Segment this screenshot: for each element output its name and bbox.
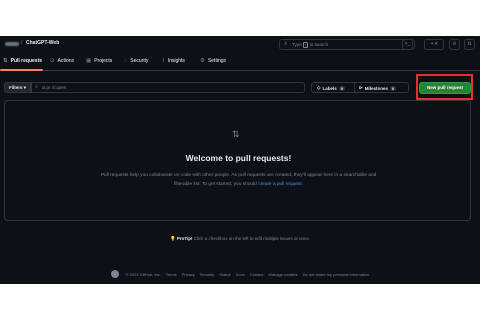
pull-requests-button[interactable]: ⇅ — [464, 39, 475, 50]
github-logo-icon[interactable] — [110, 270, 119, 278]
site-footer: © 2024 GitHub, Inc. Terms Privacy Securi… — [0, 269, 480, 279]
tab-label: Settings — [207, 58, 227, 64]
labels-milestones-group: ◇ Labels 9 ⊳ Milestones 0 — [311, 82, 409, 93]
labels-button[interactable]: ◇ Labels 9 — [317, 85, 345, 91]
labels-count: 9 — [338, 85, 345, 91]
issues-button[interactable]: ⊙ — [449, 39, 460, 50]
footer-link-manage-cookies[interactable]: Manage cookies — [269, 272, 298, 277]
search-placeholder-pre: Type — [292, 42, 302, 47]
create-new-button[interactable]: + ▾ — [424, 39, 444, 50]
footer-link-docs[interactable]: Docs — [236, 272, 245, 277]
new-pull-request-button[interactable]: New pull request — [419, 82, 471, 94]
git-pull-request-icon: ⇅ — [3, 58, 8, 64]
labels-label: Labels — [322, 85, 337, 91]
footer-link-terms[interactable]: Terms — [166, 272, 177, 277]
blankslate-title: Welcome to pull requests! — [185, 153, 292, 163]
tab-settings[interactable]: ⚙ Settings — [200, 58, 226, 64]
blankslate-description: Pull requests help you collaborate on co… — [95, 171, 382, 189]
milestone-icon: ⊳ — [359, 85, 363, 90]
tab-insights[interactable]: ⌇ Insights — [162, 58, 185, 64]
milestones-label: Milestones — [364, 85, 389, 91]
search-input[interactable]: ⌕ Type / to search — [279, 39, 415, 50]
footer-link-contact[interactable]: Contact — [250, 272, 264, 277]
terminal-icon: >_ — [404, 41, 411, 47]
issue-opened-icon: ⊙ — [452, 41, 457, 47]
milestones-button[interactable]: ⊳ Milestones 0 — [359, 85, 397, 91]
tab-label: Actions — [57, 58, 75, 64]
shield-icon: ◌ — [124, 58, 128, 64]
filters-button[interactable]: Filters ▾ — [4, 82, 31, 93]
git-pull-request-icon: ⇅ — [232, 129, 240, 139]
light-bulb-icon: 💡 — [169, 236, 176, 241]
blankslate-body: Pull requests help you collaborate on co… — [100, 173, 377, 187]
repo-tabs: ⇅ Pull requests ⊙ Actions ▦ Projects ◌ S… — [0, 53, 480, 71]
command-palette-button[interactable]: >_ — [402, 39, 413, 50]
tab-projects[interactable]: ▦ Projects — [86, 58, 112, 64]
repo-name-link[interactable]: ChatGPT-Web — [26, 40, 59, 46]
github-page: / ChatGPT-Web ⌕ Type / to search >_ + ▾ … — [0, 36, 480, 284]
divider — [354, 83, 355, 92]
blankslate-period: . — [301, 182, 303, 187]
footer-link-security[interactable]: Security — [200, 272, 214, 277]
table-icon: ▦ — [86, 58, 92, 64]
gear-icon: ⚙ — [200, 58, 205, 64]
owner-name-redacted[interactable] — [5, 42, 19, 46]
tab-label: Security — [130, 58, 149, 64]
search-icon: ⌕ — [284, 41, 288, 47]
git-pull-request-icon: ⇅ — [467, 41, 472, 47]
blankslate: ⇅ Welcome to pull requests! Pull request… — [4, 100, 471, 221]
footer-link-do-not-share[interactable]: Do not share my personal information — [303, 272, 370, 277]
create-pull-request-link[interactable]: create a pull request — [258, 182, 301, 187]
filter-search-input[interactable]: ⌕ is:pr is:open — [31, 82, 305, 93]
protip-text: Click a checkbox on the left to edit mul… — [192, 236, 311, 241]
graph-icon: ⌇ — [162, 58, 165, 64]
search-placeholder-post: to search — [309, 42, 329, 47]
tab-actions[interactable]: ⊙ Actions — [50, 58, 74, 64]
tab-label: Pull requests — [10, 58, 43, 64]
play-icon: ⊙ — [50, 58, 55, 64]
repo-header: / ChatGPT-Web ⌕ Type / to search >_ + ▾ … — [0, 36, 480, 53]
milestones-count: 0 — [390, 85, 397, 91]
copyright: © 2024 GitHub, Inc. — [125, 271, 161, 277]
active-tab-indicator — [0, 69, 43, 71]
protip-label: ProTip! — [176, 236, 193, 241]
tab-security[interactable]: ◌ Security — [124, 58, 148, 64]
tab-pull-requests[interactable]: ⇅ Pull requests — [3, 58, 42, 64]
search-icon: ⌕ — [35, 84, 38, 90]
footer-link-privacy[interactable]: Privacy — [182, 272, 195, 277]
search-shortcut-key: / — [303, 42, 309, 48]
protip: 💡 ProTip! Click a checkbox on the left t… — [0, 236, 480, 242]
tab-label: Insights — [167, 58, 185, 64]
breadcrumb-separator: / — [21, 40, 23, 46]
filter-query: is:pr is:open — [42, 85, 67, 90]
tab-label: Projects — [94, 58, 113, 64]
footer-link-status[interactable]: Status — [219, 272, 230, 277]
tag-icon: ◇ — [317, 85, 321, 90]
